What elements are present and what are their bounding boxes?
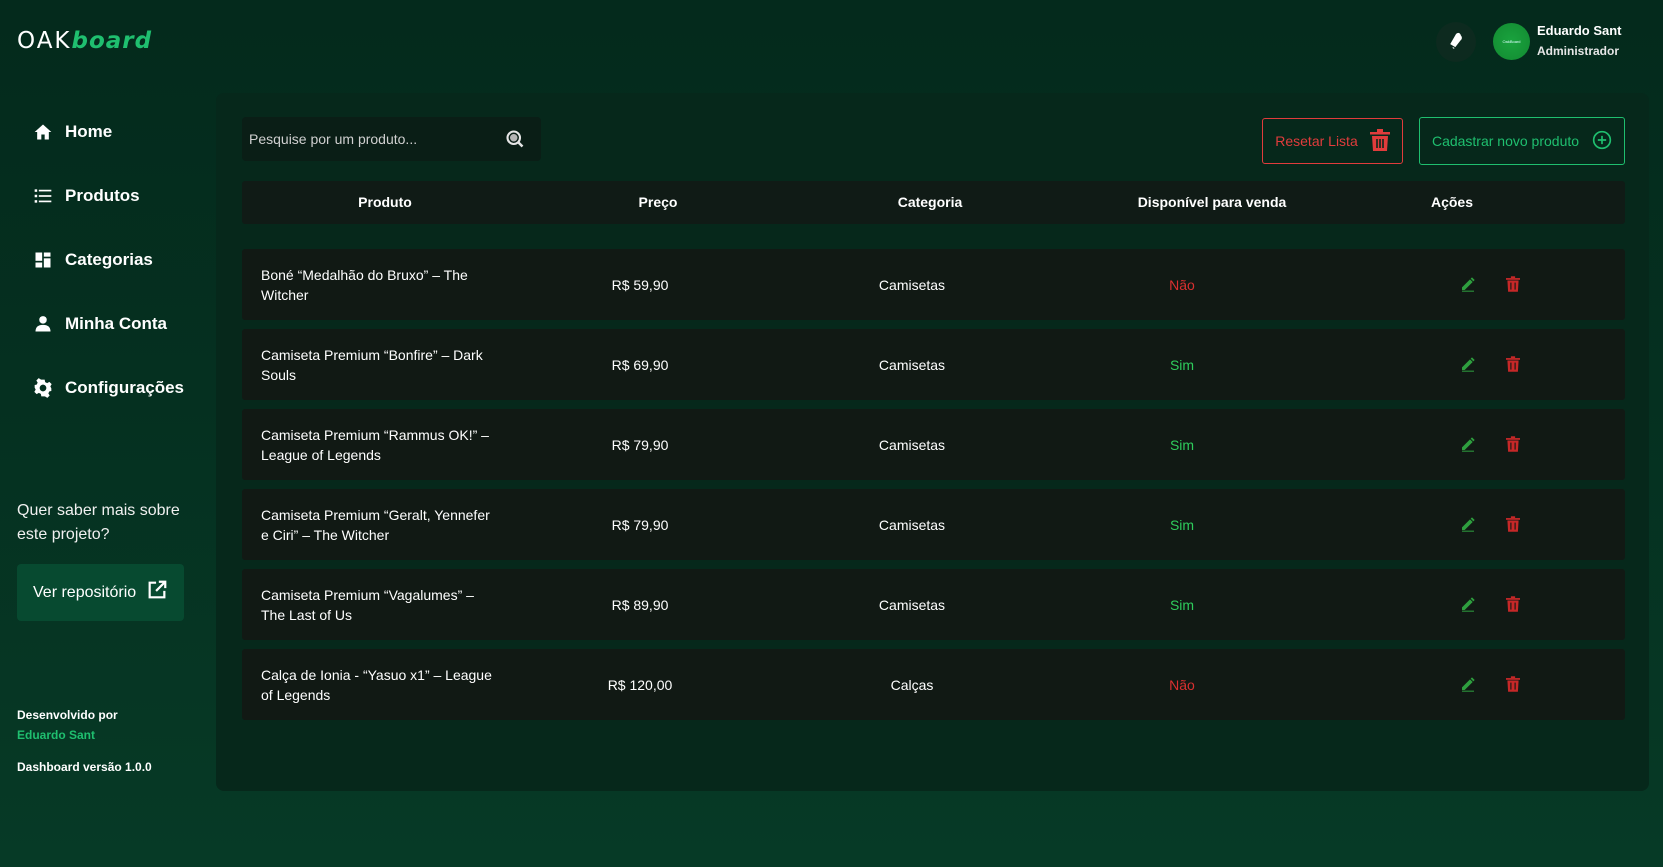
sidebar-item-label: Minha Conta [65,314,167,333]
user-name: Eduardo Sant [1537,23,1622,38]
sidebar-item-label: Home [65,122,113,141]
product-price: R$ 120,00 [607,676,673,693]
table-row: Boné “Medalhão do Bruxo” – The Witcher R… [242,249,1625,320]
column-header-disponivel: Disponível para venda [1137,194,1287,210]
table-row: Calça de Ionia - “Yasuo x1” – League of … [242,649,1625,720]
product-price: R$ 79,90 [611,516,669,533]
add-product-label: Cadastrar novo produto [1431,133,1580,149]
delete-icon[interactable] [1504,355,1522,373]
notifications-button[interactable] [1436,22,1476,62]
external-link-icon [146,579,168,606]
bell-icon [1446,30,1466,55]
product-category: Calças [890,676,934,693]
product-availability: Sim [1169,596,1195,613]
product-name: Camiseta Premium “Vagalumes” – The Last … [261,586,474,623]
table-row: Camiseta Premium “Vagalumes” – The Last … [242,569,1625,640]
delete-icon[interactable] [1504,595,1522,613]
edit-icon[interactable] [1459,675,1477,693]
developer-name-link[interactable]: Eduardo Sant [17,728,95,742]
app-logo[interactable]: OAKboard [17,26,152,56]
column-header-acoes: Ações [1430,194,1474,210]
sidebar-item-configuracoes[interactable]: Configurações [33,372,213,404]
edit-icon[interactable] [1459,515,1477,533]
column-header-produto: Produto [358,194,412,210]
logo-part-oak: OAK [17,28,72,54]
product-price: R$ 69,90 [611,356,669,373]
product-price: R$ 79,90 [611,436,669,453]
product-name: Boné “Medalhão do Bruxo” – The Witcher [261,266,468,303]
delete-icon[interactable] [1504,275,1522,293]
edit-icon[interactable] [1459,355,1477,373]
home-icon [33,122,53,142]
product-name: Camiseta Premium “Rammus OK!” – League o… [261,426,489,463]
product-price: R$ 89,90 [611,596,669,613]
view-repository-label: Ver repositório [33,583,137,601]
search-icon[interactable] [505,129,525,154]
delete-icon[interactable] [1504,435,1522,453]
sidebar-item-label: Categorias [65,250,153,269]
product-category: Camisetas [878,516,946,533]
sidebar-nav: Home Produtos Categorias Minha Conta Con… [33,116,213,436]
edit-icon[interactable] [1459,275,1477,293]
edit-icon[interactable] [1459,595,1477,613]
view-repository-button[interactable]: Ver repositório [17,564,184,621]
product-price: R$ 59,90 [611,276,669,293]
product-name: Camiseta Premium “Bonfire” – Dark Souls [261,346,483,383]
table-header: Produto Preço Categoria Disponível para … [242,181,1625,224]
table-row: Camiseta Premium “Rammus OK!” – League o… [242,409,1625,480]
grid-icon [33,250,53,270]
sidebar-item-label: Configurações [65,378,185,397]
search-input[interactable] [242,117,492,161]
sidebar-item-categorias[interactable]: Categorias [33,244,213,276]
reset-list-label: Resetar Lista [1275,133,1358,149]
table-row: Camiseta Premium “Bonfire” – Dark Souls … [242,329,1625,400]
sidebar-item-minha-conta[interactable]: Minha Conta [33,308,213,340]
column-header-categoria: Categoria [897,194,963,210]
product-availability: Não [1169,676,1195,693]
search-box [242,117,541,161]
delete-icon[interactable] [1504,515,1522,533]
trash-icon [1369,128,1390,154]
product-category: Camisetas [878,436,946,453]
sidebar-item-label: Produtos [65,186,140,205]
delete-icon[interactable] [1504,675,1522,693]
product-category: Camisetas [878,276,946,293]
column-header-preco: Preço [638,194,678,210]
sidebar-item-produtos[interactable]: Produtos [33,180,213,212]
reset-list-button[interactable]: Resetar Lista [1262,118,1403,164]
sidebar-item-home[interactable]: Home [33,116,213,148]
developer-label: Desenvolvido por [17,708,118,722]
gear-icon [33,378,53,398]
user-role: Administrador [1537,44,1620,58]
product-availability: Sim [1169,436,1195,453]
user-icon [33,314,53,334]
add-product-button[interactable]: Cadastrar novo produto [1419,117,1625,165]
product-availability: Sim [1169,516,1195,533]
edit-icon[interactable] [1459,435,1477,453]
avatar-text: OakBoard [1502,39,1521,44]
product-category: Camisetas [878,596,946,613]
product-category: Camisetas [878,356,946,373]
promo-text: Quer saber mais sobre este projeto? [17,502,180,543]
logo-part-board: board [71,28,153,54]
product-availability: Não [1169,276,1195,293]
product-name: Camiseta Premium “Geralt, Yennefer e Cir… [261,506,490,543]
user-avatar[interactable]: OakBoard [1493,23,1530,60]
table-row: Camiseta Premium “Geralt, Yennefer e Cir… [242,489,1625,560]
product-name: Calça de Ionia - “Yasuo x1” – League of … [261,666,492,703]
list-icon [33,186,53,206]
version-text: Dashboard versão 1.0.0 [17,760,152,774]
product-availability: Sim [1169,356,1195,373]
plus-circle-icon [1592,130,1612,153]
